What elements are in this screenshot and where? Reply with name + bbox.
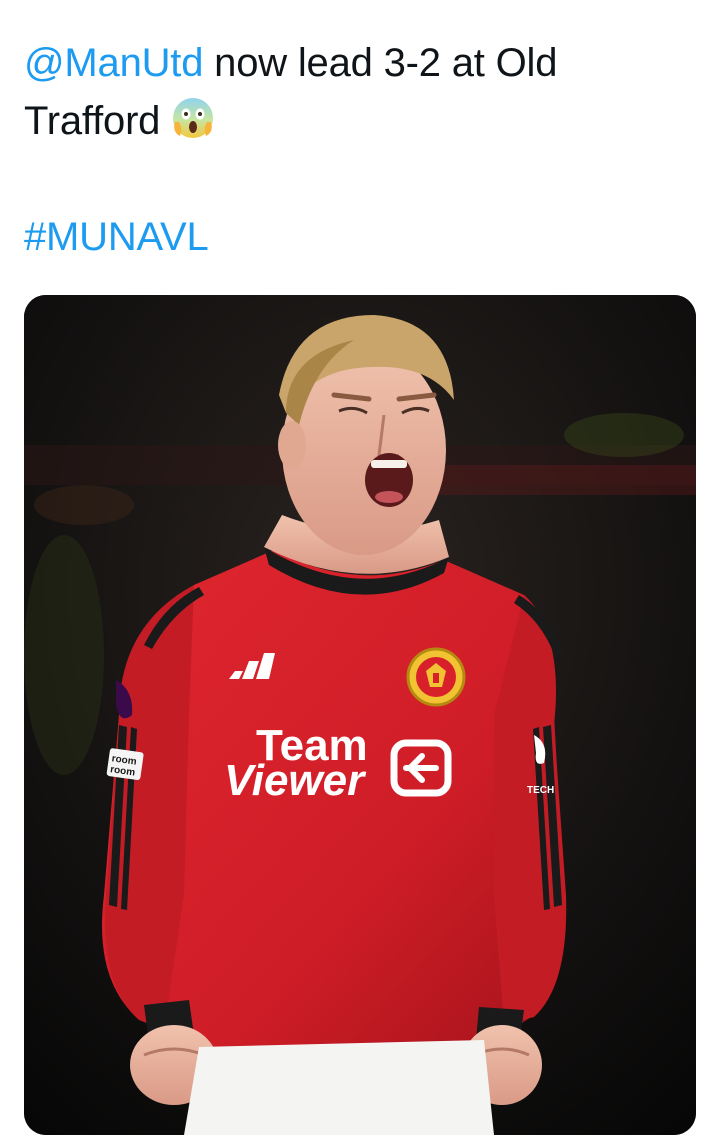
tweet-media-image[interactable]: Team Viewer room room TECH — [24, 295, 696, 1135]
celebrating-player-photo-icon: Team Viewer room room TECH — [24, 295, 696, 1135]
hashtag-link[interactable]: #MUNAVL — [24, 215, 209, 259]
tweet-line-1: @ManUtd now lead 3-2 at Old — [24, 34, 684, 92]
right-sleeve-text: TECH — [527, 785, 554, 796]
mention-link[interactable]: @ManUtd — [24, 41, 203, 85]
tweet-text-part-1: now lead 3-2 at Old — [203, 41, 558, 85]
sponsor-line-2: Viewer — [224, 756, 367, 805]
tweet-line-3: #MUNAVL — [24, 208, 684, 266]
tweet-text-part-2: Trafford — [24, 99, 161, 143]
tweet-text: @ManUtd now lead 3-2 at Old Trafford #MU… — [24, 34, 684, 266]
manchester-united-crest-icon — [406, 647, 466, 707]
face-screaming-in-fear-icon — [168, 92, 218, 142]
tweet-line-2: Trafford — [24, 92, 684, 150]
